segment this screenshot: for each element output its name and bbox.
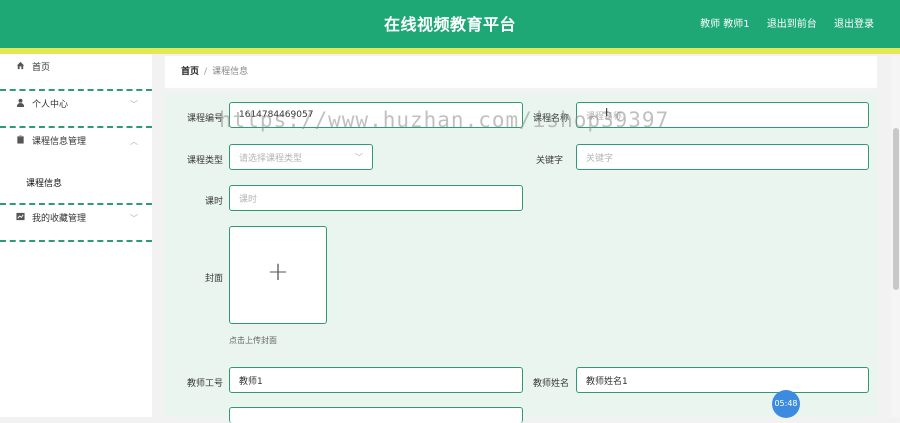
scrollbar-thumb[interactable] [893,128,899,290]
header-links: 教师 教师1 退出到前台 退出登录 [686,0,874,48]
course-no-label: 课程编号 [186,114,223,124]
keyword-input[interactable]: 关键字 [576,144,869,170]
keyword-placeholder: 关键字 [586,153,614,164]
sidebar-item-personal-center[interactable]: 个人中心 ﹀ [0,91,152,128]
chart-icon [16,205,26,233]
teacher-name-input[interactable]: 教师姓名1 [576,367,869,393]
page-scrollbar[interactable] [891,56,900,417]
course-name-label: 课程名称 [532,114,569,124]
course-name-placeholder: 课程名称 [586,111,623,122]
course-type-select[interactable]: 请选择课程类型 ﹀ [229,144,373,170]
course-type-placeholder: 请选择课程类型 [239,153,303,164]
hours-label: 课时 [204,197,223,207]
course-no-input[interactable]: 1614784469057 [229,102,523,128]
sidebar-item-label: 个人中心 [32,100,69,110]
chevron-down-icon: ﹀ [130,214,138,223]
front-site-link[interactable]: 退出到前台 [767,19,817,30]
timer-badge: 05:48 [772,390,800,418]
user-icon [16,91,26,119]
keyword-label: 关键字 [535,156,563,166]
course-name-input[interactable]: 课程名称 [576,102,869,128]
course-form: 课程编号 1614784469057 课程名称 课程名称 课程类型 请选择课程类… [165,93,877,423]
teacher-no-value: 教师1 [239,376,263,387]
clipboard-icon [16,128,26,156]
current-user-label: 教师 教师1 [700,19,750,30]
home-icon [16,54,26,82]
sidebar-item-label: 首页 [32,63,51,73]
course-no-value: 1614784469057 [239,110,314,120]
breadcrumb-current: 课程信息 [212,67,249,77]
sidebar: 首页 个人中心 ﹀ 课程信息管理 ︿ 课程信息 我的收藏管理 ﹀ [0,54,152,417]
breadcrumb-separator: / [204,67,208,77]
chevron-down-icon: ﹀ [130,100,138,109]
top-header: 在线视频教育平台 教师 教师1 退出到前台 退出登录 [0,0,900,48]
sidebar-item-label: 我的收藏管理 [32,214,87,224]
sidebar-item-home[interactable]: 首页 [0,54,152,91]
teacher-name-label: 教师姓名 [532,379,569,389]
sidebar-item-label: 课程信息管理 [32,137,87,147]
breadcrumb: 首页 / 课程信息 [165,56,877,88]
teacher-name-value: 教师姓名1 [586,376,628,387]
cover-upload[interactable]: + [229,226,327,324]
sidebar-subitem-course-info[interactable]: 课程信息 [0,165,152,205]
cover-hint: 点击上传封面 [229,336,277,345]
hours-placeholder: 课时 [239,194,258,205]
course-type-label: 课程类型 [186,156,223,166]
sidebar-item-course-management[interactable]: 课程信息管理 ︿ [0,128,152,165]
teacher-no-label: 教师工号 [186,379,223,389]
breadcrumb-home[interactable]: 首页 [181,67,199,77]
sidebar-item-favorites[interactable]: 我的收藏管理 ﹀ [0,205,152,242]
cover-label: 封面 [204,274,223,284]
next-field-input[interactable] [229,407,523,423]
plus-icon: + [267,257,289,287]
chevron-down-icon: ﹀ [355,153,363,162]
hours-input[interactable]: 课时 [229,185,523,211]
chevron-up-icon: ︿ [130,137,138,146]
text-cursor-icon: I [605,106,609,119]
logout-link[interactable]: 退出登录 [834,19,874,30]
teacher-no-input[interactable]: 教师1 [229,367,523,393]
